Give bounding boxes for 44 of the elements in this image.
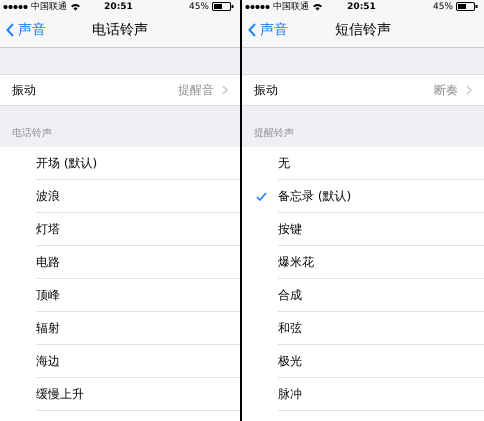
battery-percent: 45% [188, 2, 209, 12]
row-label: 振动 [12, 82, 36, 98]
back-chevron-icon [248, 23, 256, 37]
battery-icon [456, 2, 478, 11]
status-time: 20:51 [104, 2, 133, 12]
wifi-icon [312, 2, 323, 10]
carrier-name: 中国联通 [273, 0, 309, 13]
tone-item[interactable]: 辐射 [0, 312, 240, 345]
tone-item[interactable]: 脉冲 [242, 378, 484, 411]
tone-item[interactable]: 和弦 [242, 312, 484, 345]
tone-item[interactable]: 灯塔 [0, 213, 240, 246]
screen-title: 短信铃声 [334, 21, 392, 39]
battery-icon [212, 2, 234, 11]
back-button[interactable]: 声音 [0, 21, 46, 39]
chevron-right-icon [222, 85, 228, 95]
tone-item[interactable]: 电路 [0, 246, 240, 279]
tone-item[interactable]: 极光 [242, 345, 484, 378]
carrier-name: 中国联通 [31, 0, 67, 13]
tone-item[interactable]: 海边 [0, 345, 240, 378]
row-value: 提醒音 [178, 82, 214, 98]
signal-icon [3, 4, 28, 10]
wifi-icon [70, 2, 81, 10]
tone-item[interactable]: 缓慢上升 [0, 378, 240, 411]
tone-item[interactable]: 合成 [242, 279, 484, 312]
settings-row[interactable]: 振动 断奏 [242, 74, 484, 106]
row-value: 断奏 [434, 82, 458, 98]
status-time: 20:51 [347, 2, 376, 12]
tone-item[interactable]: 按键 [242, 213, 484, 246]
section-header: 电话铃声 [12, 126, 52, 140]
back-chevron-icon [6, 23, 14, 37]
tone-item[interactable]: 备忘录 (默认) [242, 180, 484, 213]
tone-item[interactable]: 无 [242, 147, 484, 180]
battery-percent: 45% [432, 2, 453, 12]
row-label: 振动 [254, 82, 278, 98]
tone-item[interactable]: 开场 (默认) [0, 147, 240, 180]
signal-icon [245, 4, 270, 10]
tone-item[interactable]: 顶峰 [0, 279, 240, 312]
tone-item[interactable]: 波浪 [0, 180, 240, 213]
section-header: 提醒铃声 [254, 126, 294, 140]
chevron-right-icon [466, 85, 472, 95]
settings-row[interactable]: 振动 提醒音 [0, 74, 240, 106]
back-button[interactable]: 声音 [242, 21, 288, 39]
screen-title: 电话铃声 [91, 21, 149, 39]
tone-item[interactable]: 爆米花 [242, 246, 484, 279]
